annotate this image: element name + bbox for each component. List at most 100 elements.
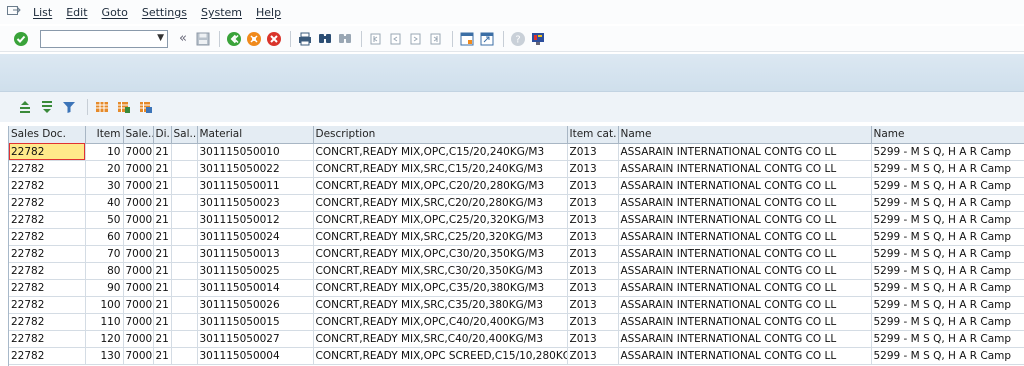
shortcut-icon[interactable] — [478, 30, 496, 48]
cell-sales-doc[interactable]: 22782 — [9, 330, 86, 348]
cell-distribution-channel[interactable]: 21 — [153, 330, 172, 348]
column-header-sales-org[interactable]: Sale.. — [123, 126, 154, 144]
cancel-icon[interactable] — [265, 30, 283, 48]
cell-sales-office[interactable] — [171, 245, 198, 263]
cell-item-category[interactable]: Z013 — [567, 194, 619, 212]
chevron-down-icon[interactable]: ▼ — [157, 33, 164, 43]
command-input[interactable] — [41, 30, 149, 47]
column-header-material[interactable]: Material — [197, 126, 314, 144]
next-page-icon[interactable] — [407, 30, 425, 48]
table-row[interactable]: 22782 30 7000 21 301115050011 CONCRT,READY MI… — [9, 177, 1024, 195]
cell-description[interactable]: CONCRT,READY MIX,OPC,C30/20,350KG/M3 — [313, 245, 568, 263]
cell-item-category[interactable]: Z013 — [567, 177, 619, 195]
cell-sales-office[interactable] — [171, 279, 198, 297]
cell-name-2[interactable]: 5299 - M S Q, H A R Camp — [871, 228, 1024, 246]
cell-sales-doc[interactable]: 22782 — [9, 279, 86, 297]
cell-sales-doc[interactable]: 22782 — [9, 262, 86, 280]
table-row[interactable]: 22782 70 7000 21 301115050013 CONCRT,READY MI… — [9, 245, 1024, 263]
cell-material[interactable]: 301115050025 — [197, 262, 314, 280]
cell-material[interactable]: 301115050026 — [197, 296, 314, 314]
sort-descending-icon[interactable] — [38, 98, 56, 116]
cell-sales-office[interactable] — [171, 347, 198, 365]
cell-name-2[interactable]: 5299 - M S Q, H A R Camp — [871, 347, 1024, 365]
cell-item-category[interactable]: Z013 — [567, 313, 619, 331]
cell-item[interactable]: 20 — [85, 160, 124, 178]
cell-name-1[interactable]: ASSARAIN INTERNATIONAL CONTG CO LL — [618, 160, 872, 178]
cell-name-2[interactable]: 5299 - M S Q, H A R Camp — [871, 330, 1024, 348]
cell-item-category[interactable]: Z013 — [567, 245, 619, 263]
exit-icon[interactable] — [245, 30, 263, 48]
menu-edit[interactable]: Edit — [66, 6, 87, 19]
menu-goto[interactable]: Goto — [102, 6, 128, 19]
back-icon[interactable]: « — [174, 30, 192, 48]
change-layout-icon[interactable] — [93, 98, 111, 116]
cell-distribution-channel[interactable]: 21 — [153, 313, 172, 331]
cell-sales-office[interactable] — [171, 177, 198, 195]
cell-item-category[interactable]: Z013 — [567, 143, 619, 161]
cell-name-1[interactable]: ASSARAIN INTERNATIONAL CONTG CO LL — [618, 143, 872, 161]
cell-sales-doc[interactable]: 22782 — [9, 313, 86, 331]
cell-name-2[interactable]: 5299 - M S Q, H A R Camp — [871, 245, 1024, 263]
cell-item[interactable]: 110 — [85, 313, 124, 331]
cell-description[interactable]: CONCRT,READY MIX,OPC,C20/20,280KG/M3 — [313, 177, 568, 195]
cell-name-1[interactable]: ASSARAIN INTERNATIONAL CONTG CO LL — [618, 194, 872, 212]
column-header-name-2[interactable]: Name — [871, 126, 1024, 144]
cell-name-2[interactable]: 5299 - M S Q, H A R Camp — [871, 296, 1024, 314]
cell-sales-office[interactable] — [171, 313, 198, 331]
table-row[interactable]: 22782 110 7000 21 301115050015 CONCRT,READY M… — [9, 313, 1024, 331]
cell-name-2[interactable]: 5299 - M S Q, H A R Camp — [871, 262, 1024, 280]
cell-distribution-channel[interactable]: 21 — [153, 347, 172, 365]
cell-item[interactable]: 40 — [85, 194, 124, 212]
cell-item-category[interactable]: Z013 — [567, 296, 619, 314]
cell-description[interactable]: CONCRT,READY MIX,OPC,C15/20,240KG/M3 — [313, 143, 568, 161]
cell-sales-doc[interactable]: 22782 — [9, 177, 86, 195]
cell-description[interactable]: CONCRT,READY MIX,SRC,C20/20,280KG/M3 — [313, 194, 568, 212]
last-page-icon[interactable] — [427, 30, 445, 48]
customize-layout-icon[interactable] — [529, 30, 547, 48]
cell-material[interactable]: 301115050011 — [197, 177, 314, 195]
cell-description[interactable]: CONCRT,READY MIX,OPC,C35/20,380KG/M3 — [313, 279, 568, 297]
cell-item-category[interactable]: Z013 — [567, 262, 619, 280]
cell-item[interactable]: 130 — [85, 347, 124, 365]
cell-distribution-channel[interactable]: 21 — [153, 279, 172, 297]
cell-description[interactable]: CONCRT,READY MIX,OPC,C25/20,320KG/M3 — [313, 211, 568, 229]
cell-sales-office[interactable] — [171, 211, 198, 229]
cell-sales-office[interactable] — [171, 296, 198, 314]
save-layout-icon[interactable] — [137, 98, 155, 116]
cell-item[interactable]: 10 — [85, 143, 124, 161]
save-icon[interactable] — [194, 30, 212, 48]
cell-material[interactable]: 301115050015 — [197, 313, 314, 331]
column-header-description[interactable]: Description — [313, 126, 568, 144]
cell-sales-doc[interactable]: 22782 — [9, 143, 86, 161]
cell-name-1[interactable]: ASSARAIN INTERNATIONAL CONTG CO LL — [618, 347, 872, 365]
cell-description[interactable]: CONCRT,READY MIX,SRC,C25/20,320KG/M3 — [313, 228, 568, 246]
column-header-distribution-channel[interactable]: Di.. — [153, 126, 172, 144]
cell-item-category[interactable]: Z013 — [567, 330, 619, 348]
cell-sales-org[interactable]: 7000 — [123, 245, 154, 263]
cell-name-1[interactable]: ASSARAIN INTERNATIONAL CONTG CO LL — [618, 296, 872, 314]
cell-sales-doc[interactable]: 22782 — [9, 194, 86, 212]
cell-name-2[interactable]: 5299 - M S Q, H A R Camp — [871, 160, 1024, 178]
table-row[interactable]: 22782 90 7000 21 301115050014 CONCRT,READY MI… — [9, 279, 1024, 297]
cell-item[interactable]: 50 — [85, 211, 124, 229]
cell-name-2[interactable]: 5299 - M S Q, H A R Camp — [871, 313, 1024, 331]
menu-system[interactable]: System — [201, 6, 242, 19]
menu-icon[interactable] — [7, 6, 21, 18]
cell-item[interactable]: 30 — [85, 177, 124, 195]
table-row[interactable]: 22782 10 7000 21 301115050010 CONCRT,READY MI… — [9, 143, 1024, 161]
cell-description[interactable]: CONCRT,READY MIX,SRC,C30/20,350KG/M3 — [313, 262, 568, 280]
cell-item-category[interactable]: Z013 — [567, 228, 619, 246]
cell-name-2[interactable]: 5299 - M S Q, H A R Camp — [871, 177, 1024, 195]
cell-material[interactable]: 301115050013 — [197, 245, 314, 263]
cell-sales-org[interactable]: 7000 — [123, 330, 154, 348]
cell-item[interactable]: 70 — [85, 245, 124, 263]
cell-name-1[interactable]: ASSARAIN INTERNATIONAL CONTG CO LL — [618, 279, 872, 297]
sort-ascending-icon[interactable] — [16, 98, 34, 116]
cell-sales-org[interactable]: 7000 — [123, 160, 154, 178]
cell-item[interactable]: 100 — [85, 296, 124, 314]
cell-sales-org[interactable]: 7000 — [123, 347, 154, 365]
cell-sales-doc[interactable]: 22782 — [9, 228, 86, 246]
table-row[interactable]: 22782 120 7000 21 301115050027 CONCRT,READY M… — [9, 330, 1024, 348]
cell-sales-org[interactable]: 7000 — [123, 194, 154, 212]
back-green-icon[interactable] — [225, 30, 243, 48]
